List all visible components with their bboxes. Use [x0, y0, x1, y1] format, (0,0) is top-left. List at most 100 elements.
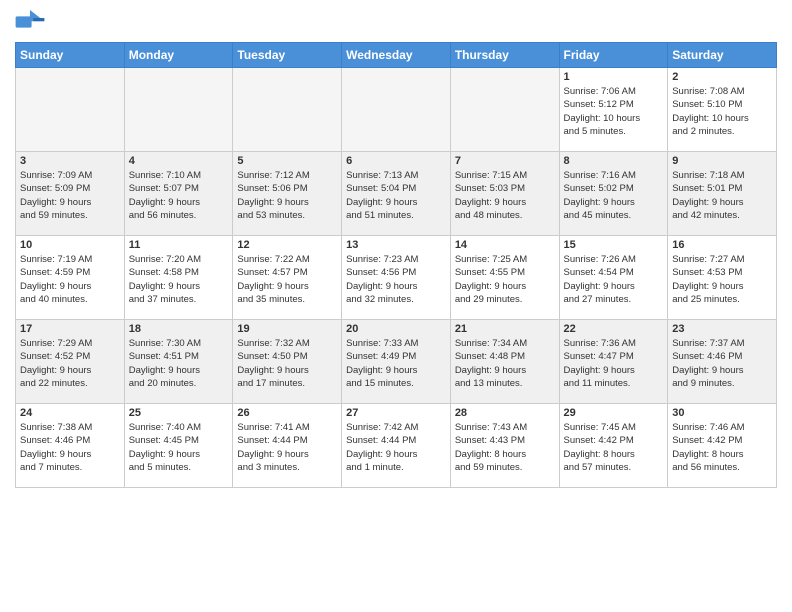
day-info: Sunrise: 7:16 AM Sunset: 5:02 PM Dayligh… — [564, 169, 664, 222]
calendar-cell — [233, 68, 342, 152]
day-info: Sunrise: 7:29 AM Sunset: 4:52 PM Dayligh… — [20, 337, 120, 390]
day-number: 26 — [237, 407, 337, 419]
header — [15, 10, 777, 34]
calendar-cell: 10 Sunrise: 7:19 AM Sunset: 4:59 PM Dayli… — [16, 236, 125, 320]
day-number: 21 — [455, 323, 555, 335]
day-number: 8 — [564, 155, 664, 167]
day-number: 16 — [672, 239, 772, 251]
day-number: 20 — [346, 323, 446, 335]
day-info: Sunrise: 7:13 AM Sunset: 5:04 PM Dayligh… — [346, 169, 446, 222]
day-info: Sunrise: 7:26 AM Sunset: 4:54 PM Dayligh… — [564, 253, 664, 306]
calendar-cell: 3 Sunrise: 7:09 AM Sunset: 5:09 PM Daylig… — [16, 152, 125, 236]
day-number: 2 — [672, 71, 772, 83]
calendar-cell: 9Sunrise: 7:18 AM Sunset: 5:01 PM Daylig… — [668, 152, 777, 236]
calendar-cell: 22 Sunrise: 7:36 AM Sunset: 4:47 PM Dayli… — [559, 320, 668, 404]
calendar-week-1: 1Sunrise: 7:06 AM Sunset: 5:12 PM Daylig… — [16, 68, 777, 152]
calendar-cell: 27 Sunrise: 7:42 AM Sunset: 4:44 PM Dayli… — [342, 404, 451, 488]
calendar-cell: 2 Sunrise: 7:08 AM Sunset: 5:10 PM Daylig… — [668, 68, 777, 152]
day-info: Sunrise: 7:46 AM Sunset: 4:42 PM Dayligh… — [672, 421, 772, 474]
day-number: 3 — [20, 155, 120, 167]
day-number: 18 — [129, 323, 229, 335]
day-number: 14 — [455, 239, 555, 251]
day-number: 15 — [564, 239, 664, 251]
calendar-cell: 26 Sunrise: 7:41 AM Sunset: 4:44 PM Dayli… — [233, 404, 342, 488]
day-info: Sunrise: 7:25 AM Sunset: 4:55 PM Dayligh… — [455, 253, 555, 306]
calendar-cell: 8 Sunrise: 7:16 AM Sunset: 5:02 PM Daylig… — [559, 152, 668, 236]
calendar-cell: 28 Sunrise: 7:43 AM Sunset: 4:43 PM Dayli… — [450, 404, 559, 488]
day-info: Sunrise: 7:36 AM Sunset: 4:47 PM Dayligh… — [564, 337, 664, 390]
calendar-cell: 11 Sunrise: 7:20 AM Sunset: 4:58 PM Dayli… — [124, 236, 233, 320]
logo — [15, 10, 49, 34]
weekday-header-thursday: Thursday — [450, 43, 559, 68]
day-number: 11 — [129, 239, 229, 251]
calendar-week-3: 10 Sunrise: 7:19 AM Sunset: 4:59 PM Dayli… — [16, 236, 777, 320]
calendar-cell: 18 Sunrise: 7:30 AM Sunset: 4:51 PM Dayli… — [124, 320, 233, 404]
day-info: Sunrise: 7:38 AM Sunset: 4:46 PM Dayligh… — [20, 421, 120, 474]
day-number: 10 — [20, 239, 120, 251]
day-number: 13 — [346, 239, 446, 251]
day-info: Sunrise: 7:09 AM Sunset: 5:09 PM Dayligh… — [20, 169, 120, 222]
day-number: 23 — [672, 323, 772, 335]
day-number: 17 — [20, 323, 120, 335]
day-info: Sunrise: 7:34 AM Sunset: 4:48 PM Dayligh… — [455, 337, 555, 390]
day-info: Sunrise: 7:40 AM Sunset: 4:45 PM Dayligh… — [129, 421, 229, 474]
calendar-cell: 21 Sunrise: 7:34 AM Sunset: 4:48 PM Dayli… — [450, 320, 559, 404]
day-info: Sunrise: 7:45 AM Sunset: 4:42 PM Dayligh… — [564, 421, 664, 474]
calendar-cell: 13 Sunrise: 7:23 AM Sunset: 4:56 PM Dayli… — [342, 236, 451, 320]
day-number: 24 — [20, 407, 120, 419]
calendar-cell: 29Sunrise: 7:45 AM Sunset: 4:42 PM Dayli… — [559, 404, 668, 488]
calendar-week-4: 17 Sunrise: 7:29 AM Sunset: 4:52 PM Dayli… — [16, 320, 777, 404]
calendar-table: SundayMondayTuesdayWednesdayThursdayFrid… — [15, 42, 777, 488]
calendar-cell: 6Sunrise: 7:13 AM Sunset: 5:04 PM Daylig… — [342, 152, 451, 236]
calendar-cell: 25 Sunrise: 7:40 AM Sunset: 4:45 PM Dayli… — [124, 404, 233, 488]
day-number: 27 — [346, 407, 446, 419]
day-info: Sunrise: 7:43 AM Sunset: 4:43 PM Dayligh… — [455, 421, 555, 474]
day-info: Sunrise: 7:20 AM Sunset: 4:58 PM Dayligh… — [129, 253, 229, 306]
calendar-week-2: 3 Sunrise: 7:09 AM Sunset: 5:09 PM Daylig… — [16, 152, 777, 236]
weekday-header-wednesday: Wednesday — [342, 43, 451, 68]
day-info: Sunrise: 7:23 AM Sunset: 4:56 PM Dayligh… — [346, 253, 446, 306]
day-number: 28 — [455, 407, 555, 419]
weekday-header-friday: Friday — [559, 43, 668, 68]
day-info: Sunrise: 7:19 AM Sunset: 4:59 PM Dayligh… — [20, 253, 120, 306]
day-number: 9 — [672, 155, 772, 167]
calendar-cell — [342, 68, 451, 152]
day-info: Sunrise: 7:33 AM Sunset: 4:49 PM Dayligh… — [346, 337, 446, 390]
day-number: 22 — [564, 323, 664, 335]
calendar-cell — [16, 68, 125, 152]
calendar-cell: 7Sunrise: 7:15 AM Sunset: 5:03 PM Daylig… — [450, 152, 559, 236]
calendar-cell: 24 Sunrise: 7:38 AM Sunset: 4:46 PM Dayli… — [16, 404, 125, 488]
weekday-header-saturday: Saturday — [668, 43, 777, 68]
calendar-cell: 20 Sunrise: 7:33 AM Sunset: 4:49 PM Dayli… — [342, 320, 451, 404]
day-number: 19 — [237, 323, 337, 335]
calendar-cell: 1Sunrise: 7:06 AM Sunset: 5:12 PM Daylig… — [559, 68, 668, 152]
calendar-week-5: 24 Sunrise: 7:38 AM Sunset: 4:46 PM Dayli… — [16, 404, 777, 488]
day-number: 30 — [672, 407, 772, 419]
page: SundayMondayTuesdayWednesdayThursdayFrid… — [0, 0, 792, 612]
weekday-header-tuesday: Tuesday — [233, 43, 342, 68]
day-info: Sunrise: 7:27 AM Sunset: 4:53 PM Dayligh… — [672, 253, 772, 306]
weekday-header-row: SundayMondayTuesdayWednesdayThursdayFrid… — [16, 43, 777, 68]
day-info: Sunrise: 7:41 AM Sunset: 4:44 PM Dayligh… — [237, 421, 337, 474]
calendar-cell: 23Sunrise: 7:37 AM Sunset: 4:46 PM Dayli… — [668, 320, 777, 404]
day-number: 12 — [237, 239, 337, 251]
calendar-cell: 30 Sunrise: 7:46 AM Sunset: 4:42 PM Dayli… — [668, 404, 777, 488]
day-info: Sunrise: 7:22 AM Sunset: 4:57 PM Dayligh… — [237, 253, 337, 306]
day-info: Sunrise: 7:12 AM Sunset: 5:06 PM Dayligh… — [237, 169, 337, 222]
calendar-cell: 14 Sunrise: 7:25 AM Sunset: 4:55 PM Dayli… — [450, 236, 559, 320]
logo-icon — [15, 10, 45, 34]
calendar-cell — [450, 68, 559, 152]
calendar-cell: 16 Sunrise: 7:27 AM Sunset: 4:53 PM Dayli… — [668, 236, 777, 320]
day-number: 25 — [129, 407, 229, 419]
calendar-cell: 12 Sunrise: 7:22 AM Sunset: 4:57 PM Dayli… — [233, 236, 342, 320]
day-info: Sunrise: 7:10 AM Sunset: 5:07 PM Dayligh… — [129, 169, 229, 222]
day-number: 4 — [129, 155, 229, 167]
day-info: Sunrise: 7:08 AM Sunset: 5:10 PM Dayligh… — [672, 85, 772, 138]
day-info: Sunrise: 7:42 AM Sunset: 4:44 PM Dayligh… — [346, 421, 446, 474]
day-info: Sunrise: 7:32 AM Sunset: 4:50 PM Dayligh… — [237, 337, 337, 390]
day-info: Sunrise: 7:30 AM Sunset: 4:51 PM Dayligh… — [129, 337, 229, 390]
day-info: Sunrise: 7:15 AM Sunset: 5:03 PM Dayligh… — [455, 169, 555, 222]
calendar-cell: 5Sunrise: 7:12 AM Sunset: 5:06 PM Daylig… — [233, 152, 342, 236]
calendar-cell — [124, 68, 233, 152]
calendar-cell: 15 Sunrise: 7:26 AM Sunset: 4:54 PM Dayli… — [559, 236, 668, 320]
